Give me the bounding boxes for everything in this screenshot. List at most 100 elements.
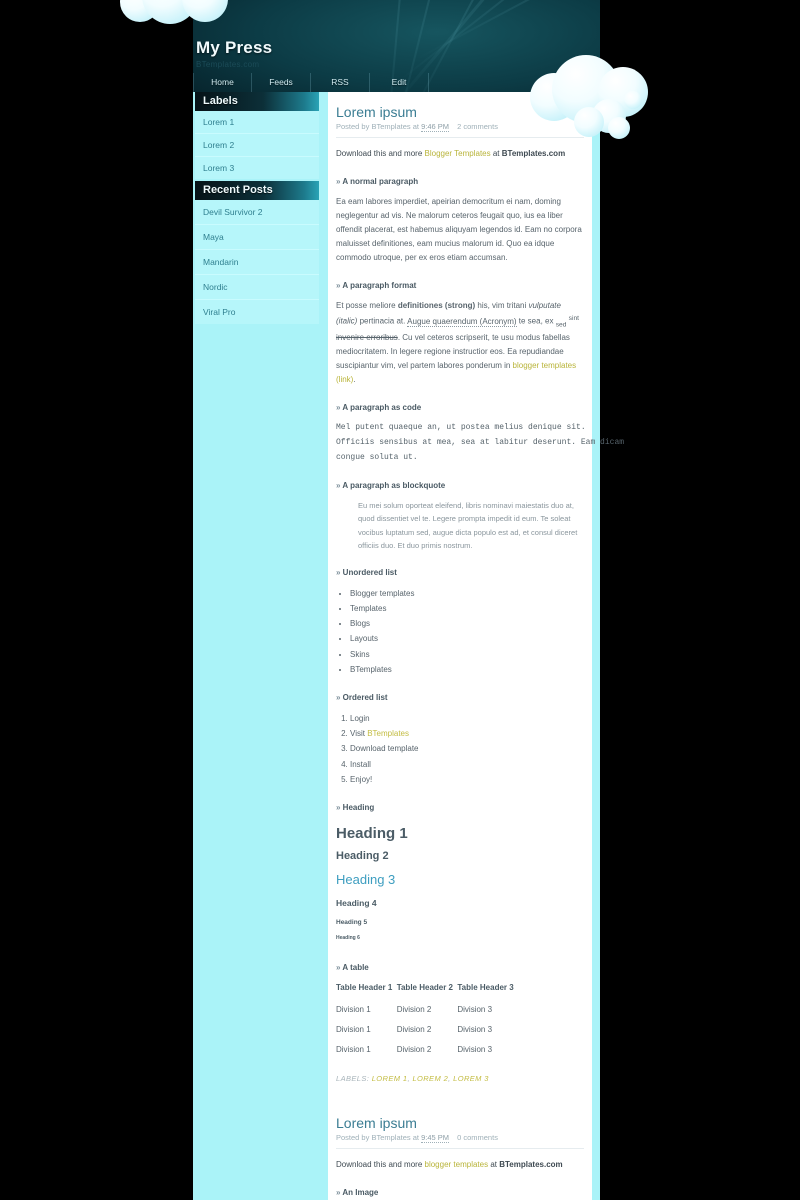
main-content: Lorem ipsum Posted by BTemplates at 9:46… xyxy=(328,92,625,1200)
format-acronym: Augue quaerendum (Acronym) xyxy=(407,316,517,327)
post-timestamp[interactable]: 9:46 PM xyxy=(421,122,449,132)
list-item: Install xyxy=(350,757,584,772)
list-item: Blogs xyxy=(350,616,584,631)
list-item: Visit BTemplates xyxy=(350,726,584,741)
sidebar-item-nordic[interactable]: Nordic xyxy=(195,275,319,300)
list-item-text: Login xyxy=(350,713,370,723)
sidebar-item-viral-pro[interactable]: Viral Pro xyxy=(195,300,319,324)
code-block: Mel putent quaeque an, ut postea melius … xyxy=(336,422,625,462)
table-cell: Division 1 xyxy=(336,1025,371,1035)
section-heading-normal-paragraph: A normal paragraph xyxy=(336,175,584,189)
blog-title: My Press xyxy=(196,38,273,57)
main-navigation: Home Feeds RSS Edit xyxy=(193,73,600,92)
demo-heading-5: Heading 5 xyxy=(336,919,368,926)
table-row: Division 1 Division 2 Division 3 xyxy=(336,1000,518,1020)
sidebar-widget-title: Labels xyxy=(195,92,319,111)
labels-prefix: LABELS: xyxy=(336,1074,370,1084)
sidebar-widget-recent-posts: Recent Posts Devil Survivor 2 Maya Manda… xyxy=(195,181,319,324)
post-body: Download this and more blogger templates… xyxy=(336,1149,584,1200)
post-label-lorem-3[interactable]: LOREM 3 xyxy=(453,1074,489,1083)
post-meta: Posted by BTemplates at 9:46 PM 2 commen… xyxy=(336,122,584,138)
post-comments-count[interactable]: 0 comments xyxy=(457,1133,498,1142)
table-header-cell: Table Header 1 xyxy=(336,983,393,993)
format-subscript: sed xyxy=(555,321,567,329)
section-heading-ordered-list: Ordered list xyxy=(336,691,584,705)
normal-paragraph: Ea eam labores imperdiet, apeirian democ… xyxy=(336,197,582,262)
nav-item-home[interactable]: Home xyxy=(193,73,252,92)
table-cell: Division 2 xyxy=(396,1045,432,1055)
table-row: Division 1 Division 2 Division 3 xyxy=(336,1020,518,1040)
post-timestamp[interactable]: 9:45 PM xyxy=(421,1133,449,1144)
section-heading-code: A paragraph as code xyxy=(336,401,584,415)
table-cell: Division 3 xyxy=(457,1005,493,1015)
nav-item-feeds[interactable]: Feeds xyxy=(252,73,311,92)
post-body: Download this and more Blogger Templates… xyxy=(336,138,625,1085)
section-heading-unordered-list: Unordered list xyxy=(336,566,584,580)
format-superscript: sint xyxy=(568,315,580,322)
nav-item-rss[interactable]: RSS xyxy=(311,73,370,92)
list-item: Enjoy! xyxy=(350,772,584,787)
sidebar-item-lorem-2[interactable]: Lorem 2 xyxy=(195,134,319,157)
list-item: BTemplates xyxy=(350,662,584,677)
ordered-list: Login Visit BTemplates Download template… xyxy=(336,711,584,787)
section-heading-table: A table xyxy=(336,961,584,975)
format-end: . xyxy=(353,374,356,384)
sidebar-item-mandarin[interactable]: Mandarin xyxy=(195,250,319,275)
table-cell: Division 3 xyxy=(457,1045,493,1055)
format-p3: pertinacia at. xyxy=(357,316,408,326)
format-strikethrough: invenire erroribus xyxy=(336,332,398,342)
post-label-lorem-2[interactable]: LOREM 2 xyxy=(412,1074,448,1083)
sidebar-label-list: Lorem 1 Lorem 2 Lorem 3 xyxy=(195,111,319,179)
blockquote-block: Eu mei solum oporteat eleifend, libris n… xyxy=(358,501,578,550)
table-cell: Division 2 xyxy=(396,1005,432,1015)
list-item-text: Enjoy! xyxy=(350,774,373,784)
list-item-text: Download template xyxy=(350,744,419,754)
post-title[interactable]: Lorem ipsum xyxy=(336,1115,584,1131)
list-item: Download template xyxy=(350,741,584,756)
table-cell: Division 1 xyxy=(336,1045,371,1055)
table-header-cell: Table Header 2 xyxy=(396,983,454,993)
format-p1: Et posse meliore xyxy=(336,301,398,310)
lead-link[interactable]: Blogger Templates xyxy=(425,149,491,158)
table-cell: Division 2 xyxy=(396,1025,432,1035)
nav-item-edit[interactable]: Edit xyxy=(370,73,429,92)
list-item-link[interactable]: BTemplates xyxy=(367,729,409,738)
list-item-text: Visit xyxy=(350,729,368,739)
sidebar-recent-list: Devil Survivor 2 Maya Mandarin Nordic Vi… xyxy=(195,200,319,324)
section-heading-blockquote: A paragraph as blockquote xyxy=(336,479,584,493)
unordered-list: Blogger templates Templates Blogs Layout… xyxy=(336,586,584,677)
list-item: Templates xyxy=(350,601,584,616)
section-heading-an-image: An Image xyxy=(336,1186,584,1200)
list-item: Login xyxy=(350,711,584,726)
section-heading-headings: Heading xyxy=(336,801,584,815)
table-row: Division 1 Division 2 Division 3 xyxy=(336,1040,518,1060)
post-lead-paragraph: Download this and more blogger templates… xyxy=(336,1158,584,1172)
sidebar-item-lorem-3[interactable]: Lorem 3 xyxy=(195,157,319,179)
lead-mid: at xyxy=(488,1160,500,1170)
format-strong: definitiones (strong) xyxy=(397,301,476,310)
post-comments-count[interactable]: 2 comments xyxy=(457,122,498,131)
lead-mid: at xyxy=(490,149,502,158)
list-item-text: Install xyxy=(350,759,371,769)
sidebar-item-maya[interactable]: Maya xyxy=(195,225,319,250)
list-item: Blogger templates xyxy=(350,586,584,601)
table-header-cell: Table Header 3 xyxy=(457,983,514,993)
post-label-lorem-1[interactable]: LOREM 1 xyxy=(372,1074,408,1083)
list-item: Layouts xyxy=(350,631,584,646)
lead-strong: BTemplates.com xyxy=(501,149,566,158)
demo-heading-3: Heading 3 xyxy=(336,872,396,888)
list-item: Skins xyxy=(350,647,584,662)
post-title[interactable]: Lorem ipsum xyxy=(336,104,584,120)
sidebar-widget-title: Recent Posts xyxy=(195,181,319,200)
post-lead-paragraph: Download this and more Blogger Templates… xyxy=(336,147,584,161)
table-header-row: Table Header 1 Table Header 2 Table Head… xyxy=(336,981,518,1000)
demo-heading-4: Heading 4 xyxy=(336,898,377,909)
demo-heading-6: Heading 6 xyxy=(336,935,360,942)
post-article: Lorem ipsum Posted by BTemplates at 9:46… xyxy=(328,92,625,1085)
lead-link[interactable]: blogger templates xyxy=(425,1160,489,1169)
demo-heading-2: Heading 2 xyxy=(336,850,389,863)
post-article: Lorem ipsum Posted by BTemplates at 9:45… xyxy=(328,1103,592,1200)
lead-strong: BTemplates.com xyxy=(499,1160,563,1170)
sidebar-item-lorem-1[interactable]: Lorem 1 xyxy=(195,111,319,134)
sidebar-item-devil-survivor-2[interactable]: Devil Survivor 2 xyxy=(195,200,319,225)
